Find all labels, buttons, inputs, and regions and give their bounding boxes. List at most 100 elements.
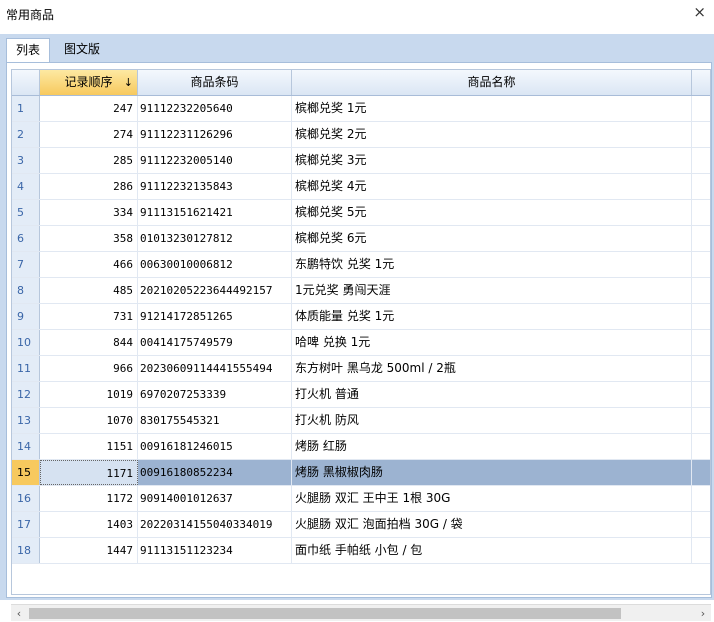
close-icon[interactable]: ×: [693, 3, 706, 21]
table-row[interactable]: 16 1172 90914001012637 火腿肠 双汇 王中王 1根 30G: [12, 486, 710, 512]
cell-barcode[interactable]: 91113151621421: [138, 200, 292, 225]
cell-name[interactable]: 体质能量 兑奖 1元: [292, 304, 692, 329]
row-number[interactable]: 1: [12, 96, 40, 121]
cell-barcode[interactable]: 91112232205640: [138, 96, 292, 121]
scroll-right-icon[interactable]: ›: [695, 605, 711, 622]
row-number[interactable]: 14: [12, 434, 40, 459]
table-row[interactable]: 1 247 91112232205640 槟榔兑奖 1元: [12, 96, 710, 122]
cell-barcode[interactable]: 91112232135843: [138, 174, 292, 199]
row-number[interactable]: 7: [12, 252, 40, 277]
cell-seq[interactable]: 1019: [40, 382, 138, 407]
cell-name[interactable]: 火腿肠 双汇 泡面拍档 30G / 袋: [292, 512, 692, 537]
cell-name[interactable]: 槟榔兑奖 1元: [292, 96, 692, 121]
row-number[interactable]: 4: [12, 174, 40, 199]
cell-seq[interactable]: 466: [40, 252, 138, 277]
row-number[interactable]: 13: [12, 408, 40, 433]
cell-barcode[interactable]: 91113151123234: [138, 538, 292, 563]
row-number[interactable]: 6: [12, 226, 40, 251]
cell-barcode[interactable]: 91112232005140: [138, 148, 292, 173]
cell-barcode[interactable]: 91214172851265: [138, 304, 292, 329]
row-number[interactable]: 18: [12, 538, 40, 563]
row-number[interactable]: 8: [12, 278, 40, 303]
tab-list[interactable]: 列表: [6, 38, 51, 62]
cell-seq[interactable]: 1447: [40, 538, 138, 563]
table-row[interactable]: 17 1403 20220314155040334019 火腿肠 双汇 泡面拍档 30…: [12, 512, 710, 538]
table-row[interactable]: 13 1070 830175545321 打火机 防风: [12, 408, 710, 434]
table-row[interactable]: 14 1151 00916181246015 烤肠 红肠: [12, 434, 710, 460]
table-row[interactable]: 7 466 00630010006812 东鹏特饮 兑奖 1元: [12, 252, 710, 278]
cell-barcode[interactable]: 20220314155040334019: [138, 512, 292, 537]
scrollbar-thumb[interactable]: [29, 608, 621, 619]
cell-barcode[interactable]: 00916181246015: [138, 434, 292, 459]
cell-barcode[interactable]: 00916180852234: [138, 460, 292, 485]
product-grid[interactable]: 记录顺序 ↓ 商品条码 商品名称 1 247 91112232205640 槟榔兑奖 …: [11, 69, 711, 595]
cell-seq[interactable]: 1171: [40, 460, 138, 485]
table-row[interactable]: 6 358 01013230127812 槟榔兑奖 6元: [12, 226, 710, 252]
cell-barcode[interactable]: 20210205223644492157: [138, 278, 292, 303]
table-row[interactable]: 12 1019 6970207253339 打火机 普通: [12, 382, 710, 408]
row-number[interactable]: 3: [12, 148, 40, 173]
cell-seq[interactable]: 285: [40, 148, 138, 173]
cell-seq[interactable]: 1151: [40, 434, 138, 459]
table-row[interactable]: 8 485 20210205223644492157 1元兑奖 勇闯天涯: [12, 278, 710, 304]
cell-seq[interactable]: 485: [40, 278, 138, 303]
row-number[interactable]: 12: [12, 382, 40, 407]
cell-seq[interactable]: 247: [40, 96, 138, 121]
cell-seq[interactable]: 1070: [40, 408, 138, 433]
table-row[interactable]: 2 274 91112231126296 槟榔兑奖 2元: [12, 122, 710, 148]
column-header-barcode[interactable]: 商品条码: [138, 70, 292, 95]
cell-seq[interactable]: 731: [40, 304, 138, 329]
table-row[interactable]: 9 731 91214172851265 体质能量 兑奖 1元: [12, 304, 710, 330]
cell-barcode[interactable]: 6970207253339: [138, 382, 292, 407]
cell-name[interactable]: 火腿肠 双汇 王中王 1根 30G: [292, 486, 692, 511]
cell-name[interactable]: 槟榔兑奖 5元: [292, 200, 692, 225]
cell-name[interactable]: 东方树叶 黑乌龙 500ml / 2瓶: [292, 356, 692, 381]
table-row[interactable]: 4 286 91112232135843 槟榔兑奖 4元: [12, 174, 710, 200]
cell-name[interactable]: 烤肠 黑椒椒肉肠: [292, 460, 692, 485]
cell-seq[interactable]: 358: [40, 226, 138, 251]
cell-seq[interactable]: 966: [40, 356, 138, 381]
row-number[interactable]: 5: [12, 200, 40, 225]
row-number[interactable]: 9: [12, 304, 40, 329]
cell-name[interactable]: 槟榔兑奖 3元: [292, 148, 692, 173]
cell-name[interactable]: 1元兑奖 勇闯天涯: [292, 278, 692, 303]
table-row[interactable]: 18 1447 91113151123234 面巾纸 手帕纸 小包 / 包: [12, 538, 710, 564]
cell-barcode[interactable]: 20230609114441555494: [138, 356, 292, 381]
cell-barcode[interactable]: 830175545321: [138, 408, 292, 433]
scroll-left-icon[interactable]: ‹: [11, 605, 27, 622]
cell-barcode[interactable]: 01013230127812: [138, 226, 292, 251]
cell-name[interactable]: 槟榔兑奖 4元: [292, 174, 692, 199]
cell-name[interactable]: 打火机 普通: [292, 382, 692, 407]
cell-seq[interactable]: 844: [40, 330, 138, 355]
cell-seq[interactable]: 334: [40, 200, 138, 225]
cell-barcode[interactable]: 90914001012637: [138, 486, 292, 511]
table-row[interactable]: 11 966 20230609114441555494 东方树叶 黑乌龙 500ml …: [12, 356, 710, 382]
cell-seq[interactable]: 286: [40, 174, 138, 199]
cell-barcode[interactable]: 00630010006812: [138, 252, 292, 277]
cell-name[interactable]: 面巾纸 手帕纸 小包 / 包: [292, 538, 692, 563]
row-number[interactable]: 16: [12, 486, 40, 511]
cell-name[interactable]: 东鹏特饮 兑奖 1元: [292, 252, 692, 277]
row-number[interactable]: 2: [12, 122, 40, 147]
row-number[interactable]: 17: [12, 512, 40, 537]
row-number[interactable]: 15: [12, 460, 40, 485]
cell-seq[interactable]: 1403: [40, 512, 138, 537]
table-row[interactable]: 10 844 00414175749579 哈啤 兑换 1元: [12, 330, 710, 356]
cell-name[interactable]: 槟榔兑奖 2元: [292, 122, 692, 147]
table-row[interactable]: 15 1171 00916180852234 烤肠 黑椒椒肉肠: [12, 460, 710, 486]
cell-name[interactable]: 槟榔兑奖 6元: [292, 226, 692, 251]
horizontal-scrollbar[interactable]: ‹ ›: [11, 604, 711, 621]
cell-name[interactable]: 哈啤 兑换 1元: [292, 330, 692, 355]
column-header-name[interactable]: 商品名称: [292, 70, 692, 95]
row-number[interactable]: 11: [12, 356, 40, 381]
table-row[interactable]: 3 285 91112232005140 槟榔兑奖 3元: [12, 148, 710, 174]
cell-seq[interactable]: 1172: [40, 486, 138, 511]
cell-barcode[interactable]: 91112231126296: [138, 122, 292, 147]
cell-barcode[interactable]: 00414175749579: [138, 330, 292, 355]
row-number[interactable]: 10: [12, 330, 40, 355]
table-row[interactable]: 5 334 91113151621421 槟榔兑奖 5元: [12, 200, 710, 226]
cell-name[interactable]: 打火机 防风: [292, 408, 692, 433]
cell-name[interactable]: 烤肠 红肠: [292, 434, 692, 459]
column-header-seq[interactable]: 记录顺序 ↓: [40, 70, 138, 95]
tab-graphic[interactable]: 图文版: [55, 38, 109, 60]
